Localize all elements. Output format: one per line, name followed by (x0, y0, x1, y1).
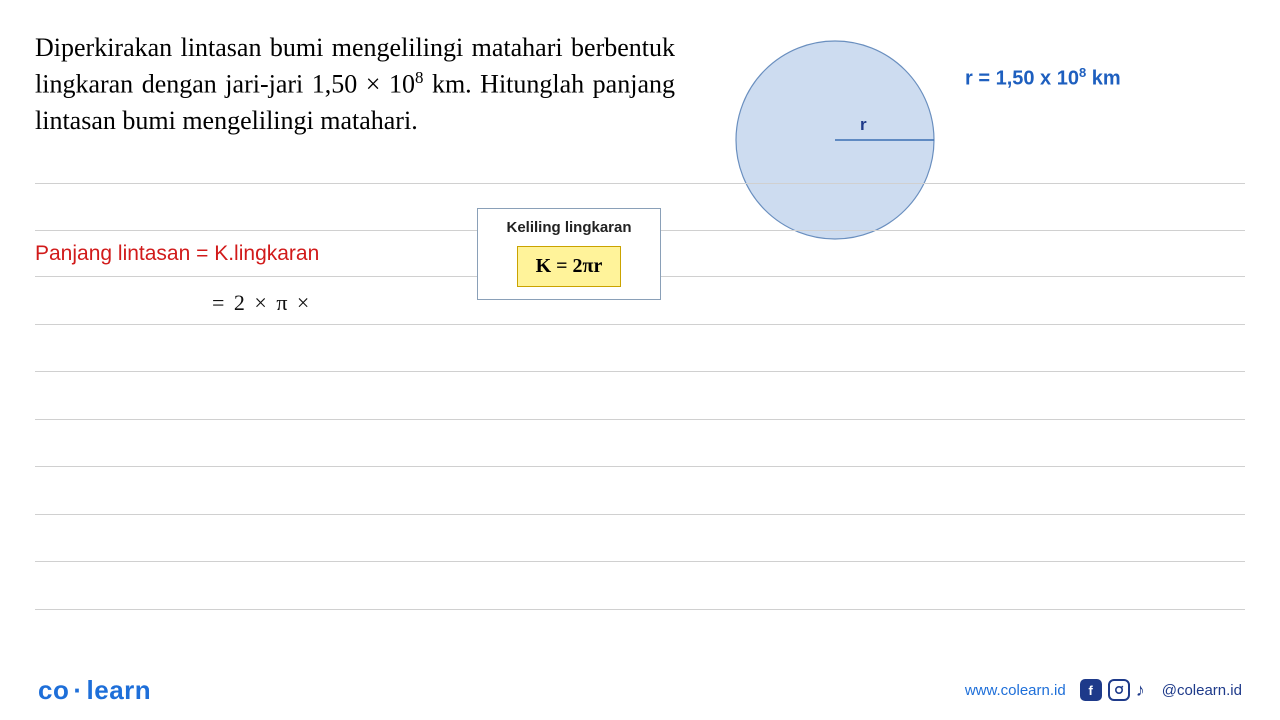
handwritten-step: = 2 × π × (212, 290, 311, 316)
radius-label: r (860, 115, 867, 134)
facebook-icon[interactable]: f (1080, 679, 1102, 701)
ruled-line (35, 609, 1245, 610)
footer-right: www.colearn.id f ♪ @colearn.id (965, 679, 1242, 701)
logo-left: co (38, 675, 69, 705)
tiktok-icon[interactable]: ♪ (1136, 680, 1156, 701)
formula-card-title: Keliling lingkaran (488, 219, 650, 236)
social-icons: f ♪ @colearn.id (1080, 679, 1242, 701)
page: Diperkirakan lintasan bumi mengelilingi … (0, 0, 1280, 720)
formula-card-body: K = 2πr (517, 246, 622, 287)
logo-right: learn (87, 675, 152, 705)
problem-text: Diperkirakan lintasan bumi mengelilingi … (35, 30, 675, 140)
radius-value: r = 1,50 x 108 km (965, 65, 1121, 91)
ruled-line (35, 514, 1245, 515)
social-handle[interactable]: @colearn.id (1162, 682, 1242, 699)
ruled-line (35, 183, 1245, 184)
formula-card: Keliling lingkaran K = 2πr (477, 208, 661, 300)
ruled-line (35, 371, 1245, 372)
footer: co·learn www.colearn.id f ♪ @colearn.id (0, 660, 1280, 720)
ruled-line (35, 561, 1245, 562)
ruled-line (35, 419, 1245, 420)
ruled-line (35, 324, 1245, 325)
logo-dot: · (73, 675, 82, 705)
ruled-line (35, 466, 1245, 467)
site-url[interactable]: www.colearn.id (965, 682, 1066, 699)
brand-logo: co·learn (38, 675, 151, 706)
instagram-icon[interactable] (1108, 679, 1130, 701)
panjang-lintasan-equation: Panjang lintasan = K.lingkaran (35, 242, 319, 266)
